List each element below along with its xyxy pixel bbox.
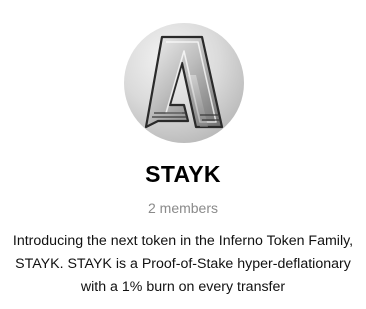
channel-info-card: STAYK 2 members Introducing the next tok… xyxy=(0,0,366,309)
stayk-logo-icon xyxy=(144,35,224,129)
channel-avatar[interactable] xyxy=(124,23,244,143)
channel-title: STAYK xyxy=(145,161,221,187)
channel-description: Introducing the next token in the Infern… xyxy=(12,233,354,295)
member-count: 2 members xyxy=(147,200,219,216)
